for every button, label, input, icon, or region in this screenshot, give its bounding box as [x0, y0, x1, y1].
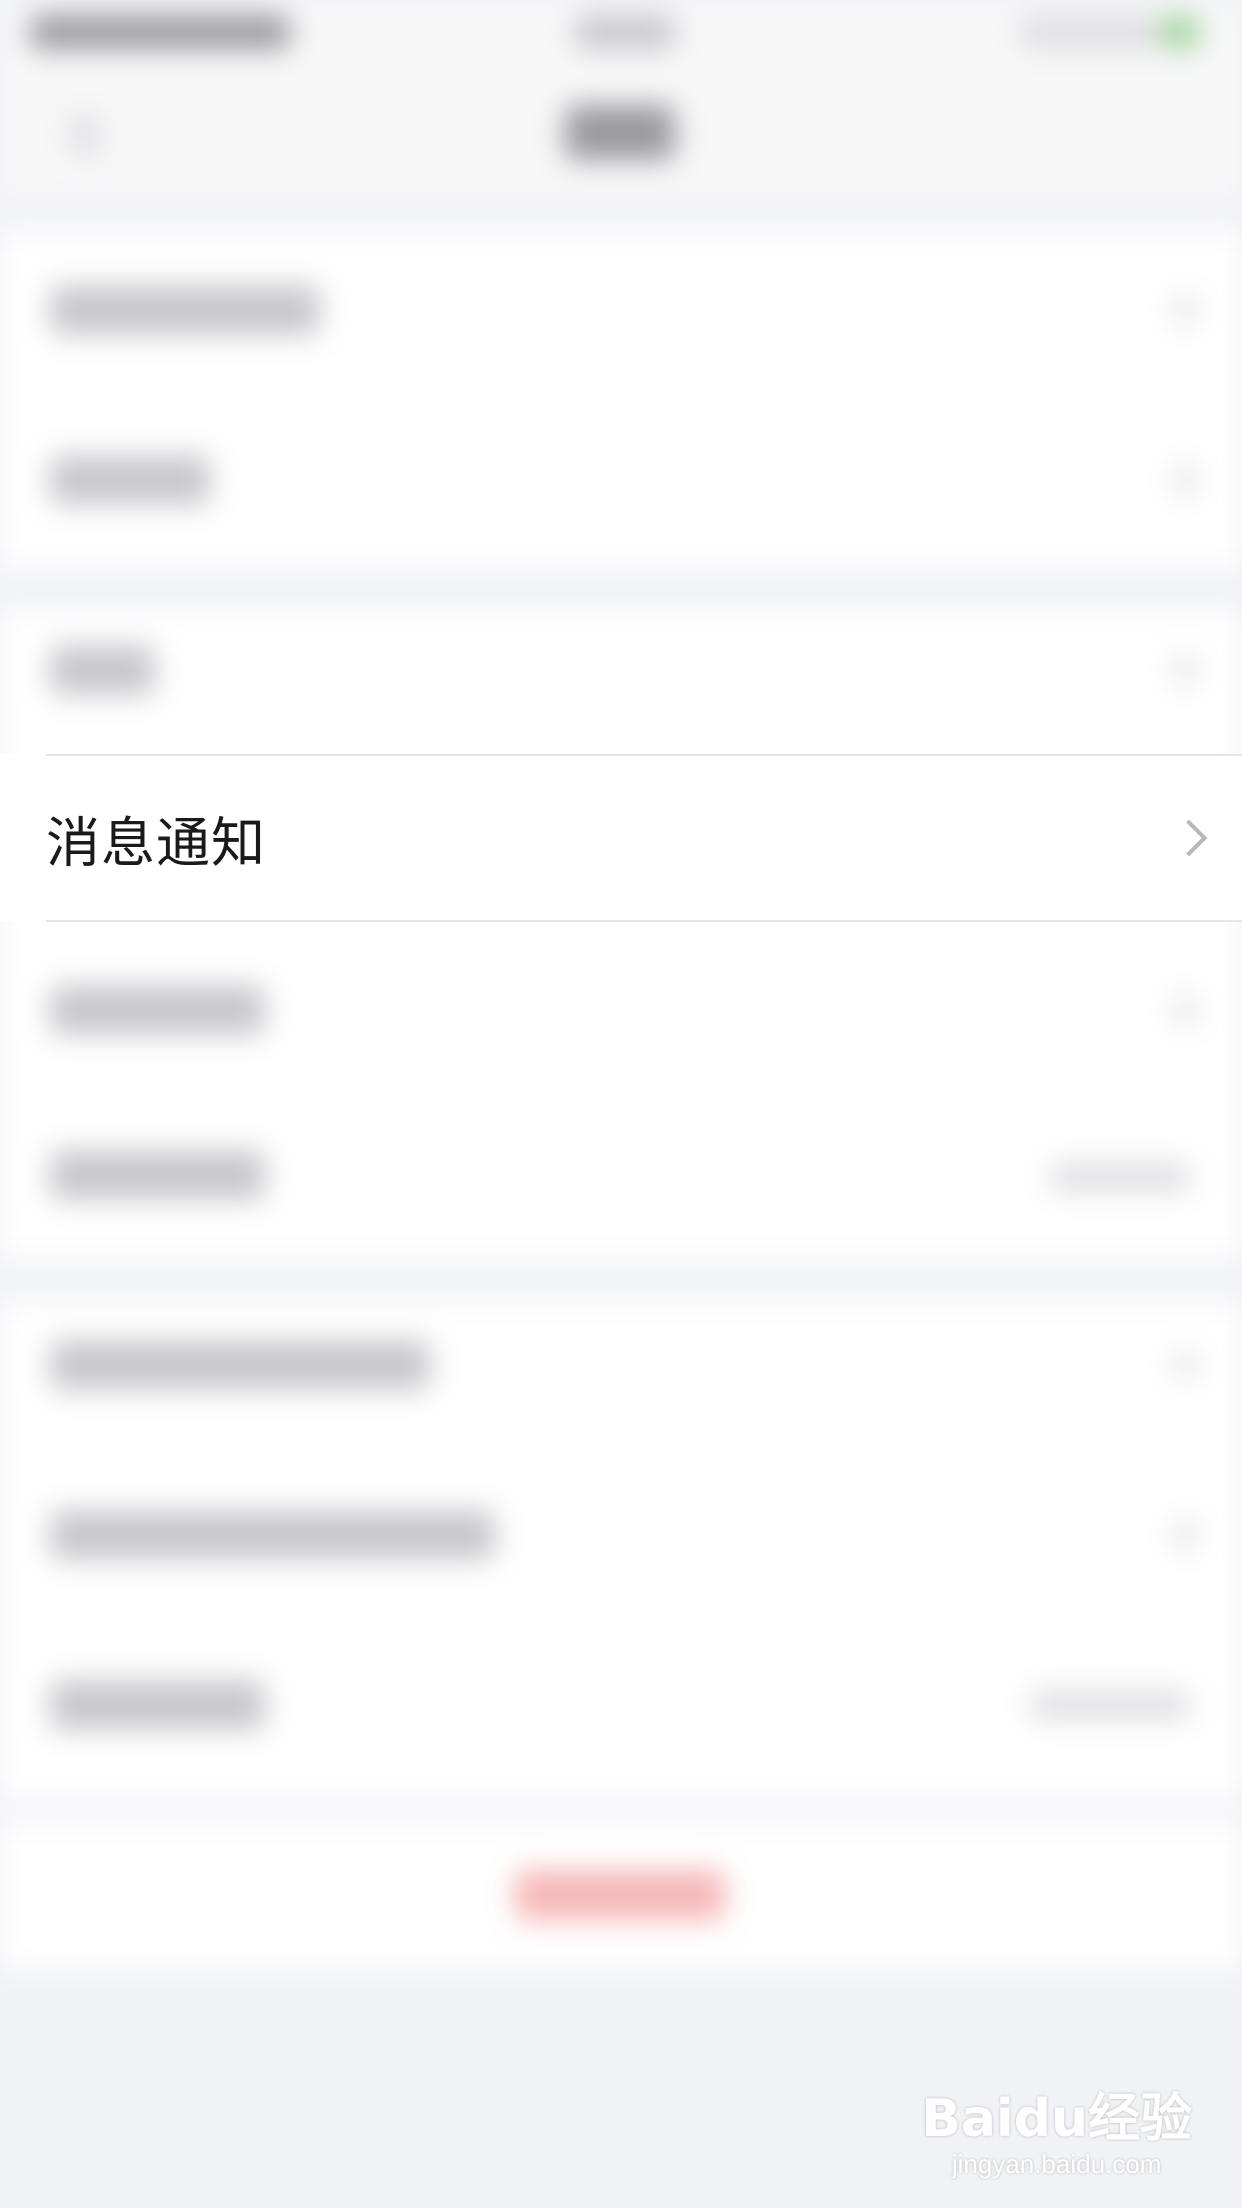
blurred-gap — [0, 1800, 1242, 1820]
baidu-jingyan-watermark: Baidu经验 jingyan.baidu.com — [921, 2093, 1192, 2180]
blurred-back-icon — [70, 115, 100, 155]
blurred-row-label — [50, 1340, 430, 1390]
blurred-row-label — [50, 1680, 265, 1730]
blurred-group-1 — [0, 230, 1242, 570]
blurred-row-label — [50, 985, 265, 1035]
watermark-logo: Baidu经验 — [921, 2089, 1192, 2149]
blurred-row-label — [50, 455, 210, 505]
blurred-row-label — [50, 645, 155, 695]
blurred-row-chevron — [1175, 465, 1195, 495]
blurred-status-time — [575, 15, 675, 49]
blurred-background — [0, 0, 1242, 2208]
blurred-row-chevron — [1175, 1520, 1195, 1550]
blurred-status-right — [1020, 15, 1160, 49]
watermark-url: jingyan.baidu.com — [951, 2149, 1162, 2179]
blurred-status-left — [30, 15, 290, 49]
notification-settings-label: 消息通知 — [46, 811, 266, 875]
blurred-logout-button — [515, 1870, 725, 1920]
blurred-gap — [0, 570, 1242, 610]
blurred-gap — [0, 1260, 1242, 1300]
blurred-row-label — [50, 1510, 495, 1560]
blurred-gap — [0, 200, 1242, 230]
blurred-battery-icon — [1160, 15, 1200, 49]
blurred-row-value — [1050, 1162, 1190, 1192]
blurred-row-chevron — [1175, 995, 1195, 1025]
blurred-page-title — [565, 105, 675, 160]
blurred-row-chevron — [1175, 295, 1195, 325]
blurred-row-chevron — [1175, 655, 1195, 685]
blurred-row-label — [50, 1150, 265, 1200]
blurred-row-value — [1030, 1690, 1190, 1720]
notification-settings-row[interactable]: 消息通知 — [0, 754, 1242, 922]
chevron-right-icon — [1170, 819, 1208, 857]
blurred-row-label — [50, 285, 320, 335]
blurred-row-chevron — [1175, 1350, 1195, 1380]
row-divider — [46, 754, 1242, 756]
row-divider — [46, 920, 1242, 922]
